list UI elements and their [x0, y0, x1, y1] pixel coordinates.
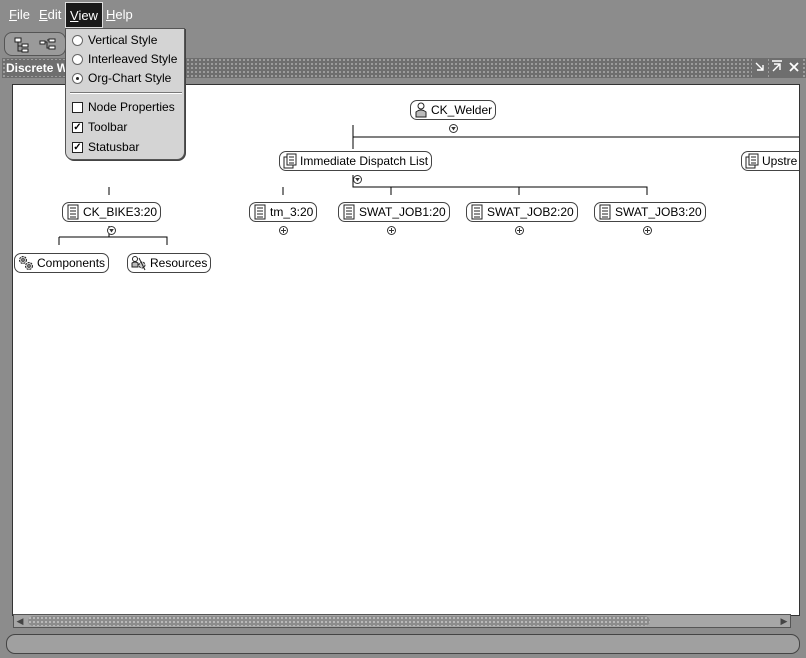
node-job[interactable]: tm_3:20 — [249, 202, 318, 222]
menu-item-org-chart-style[interactable]: Org-Chart Style — [66, 69, 184, 88]
node-components[interactable]: Components — [14, 253, 110, 273]
view-menu-dropdown: Vertical Style Interleaved Style Org-Cha… — [65, 28, 185, 160]
upstream-list-icon — [745, 153, 759, 169]
menu-item-statusbar[interactable]: ✓ Statusbar — [66, 138, 184, 157]
expand-toggle-icon[interactable] — [279, 224, 288, 235]
expand-tree-icon[interactable] — [13, 36, 35, 54]
node-job[interactable]: CK_BIKE3:20 — [62, 202, 162, 222]
menu-edit[interactable]: Edit — [35, 2, 65, 28]
menu-bar: File Edit View Help — [0, 0, 806, 30]
job-document-icon — [470, 204, 484, 220]
minimize-icon[interactable] — [752, 59, 768, 77]
collapse-tree-icon[interactable] — [39, 36, 61, 54]
collapse-toggle-icon[interactable] — [449, 122, 458, 133]
resources-icon — [131, 255, 147, 271]
expand-toggle-icon[interactable] — [387, 224, 396, 235]
components-gears-icon — [18, 255, 34, 271]
menu-item-vertical-style[interactable]: Vertical Style — [66, 31, 184, 50]
radio-icon — [72, 35, 83, 46]
status-bar — [6, 634, 800, 654]
menu-item-interleaved-style[interactable]: Interleaved Style — [66, 50, 184, 69]
node-resources[interactable]: Resources — [127, 253, 212, 273]
menu-separator — [70, 92, 182, 94]
radio-selected-icon — [72, 73, 83, 84]
collapse-toggle-icon[interactable] — [353, 173, 362, 184]
window-title: Discrete W — [6, 60, 72, 76]
resource-person-icon — [414, 102, 428, 118]
menu-item-node-properties[interactable]: Node Properties — [66, 98, 184, 117]
job-document-icon — [598, 204, 612, 220]
checkbox-checked-icon: ✓ — [72, 122, 83, 133]
menu-view[interactable]: View — [65, 2, 103, 28]
scroll-left-icon[interactable]: ◀ — [14, 615, 26, 627]
menu-item-toolbar[interactable]: ✓ Toolbar — [66, 118, 184, 137]
node-job[interactable]: SWAT_JOB2:20 — [466, 202, 578, 222]
job-document-icon — [253, 204, 267, 220]
node-ck-welder[interactable]: CK_Welder — [410, 100, 497, 120]
menu-file[interactable]: File — [5, 2, 34, 28]
dispatch-list-icon — [283, 153, 297, 169]
job-document-icon — [66, 204, 80, 220]
node-job[interactable]: SWAT_JOB1:20 — [338, 202, 450, 222]
node-upstream[interactable]: Upstre — [741, 151, 799, 171]
expand-toggle-icon[interactable] — [643, 224, 652, 235]
hierarchy-canvas: CK_Welder Immediate Dispatch List Upstre — [12, 84, 800, 616]
maximize-icon[interactable] — [769, 59, 785, 77]
toolbar-button-group — [4, 32, 66, 56]
scrollbar-thumb[interactable] — [28, 616, 650, 626]
close-icon[interactable] — [786, 59, 802, 77]
job-document-icon — [342, 204, 356, 220]
menu-help[interactable]: Help — [102, 2, 137, 28]
scroll-right-icon[interactable]: ▶ — [778, 615, 790, 627]
node-job[interactable]: SWAT_JOB3:20 — [594, 202, 706, 222]
checkbox-checked-icon: ✓ — [72, 142, 83, 153]
window-content: CK_Welder Immediate Dispatch List Upstre — [4, 78, 804, 634]
node-immediate-dispatch-list[interactable]: Immediate Dispatch List — [279, 151, 433, 171]
collapse-toggle-icon[interactable] — [107, 224, 116, 235]
checkbox-icon — [72, 102, 83, 113]
horizontal-scrollbar[interactable]: ◀ ▶ — [13, 614, 791, 628]
radio-icon — [72, 54, 83, 65]
expand-toggle-icon[interactable] — [515, 224, 524, 235]
